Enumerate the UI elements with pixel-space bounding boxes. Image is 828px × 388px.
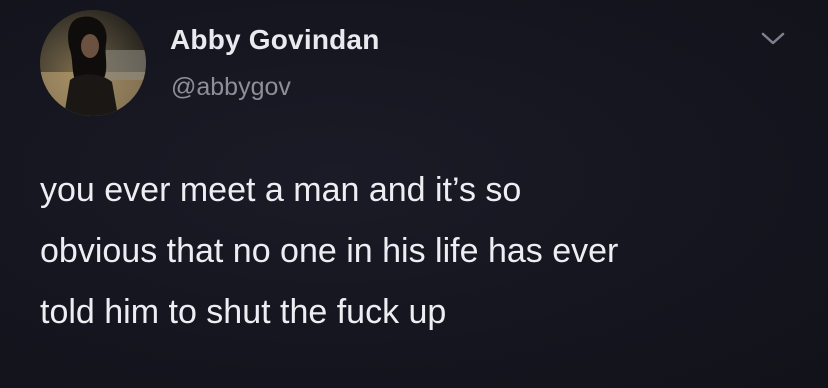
- author-name[interactable]: Abby Govindan: [170, 24, 380, 56]
- tweet-text: you ever meet a man and it’s so obvious …: [40, 160, 800, 343]
- author-handle[interactable]: @abbygov: [171, 73, 291, 102]
- tweet-text-line: you ever meet a man and it’s so: [40, 171, 522, 209]
- chevron-down-icon[interactable]: [758, 28, 788, 50]
- tweet-text-line: obvious that no one in his life has ever: [40, 232, 619, 270]
- tweet-text-line: told him to shut the fuck up: [40, 293, 447, 331]
- avatar[interactable]: [40, 10, 146, 116]
- profile-photo-icon: [40, 10, 146, 116]
- tweet-card: Abby Govindan @abbygov you ever meet a m…: [0, 0, 828, 388]
